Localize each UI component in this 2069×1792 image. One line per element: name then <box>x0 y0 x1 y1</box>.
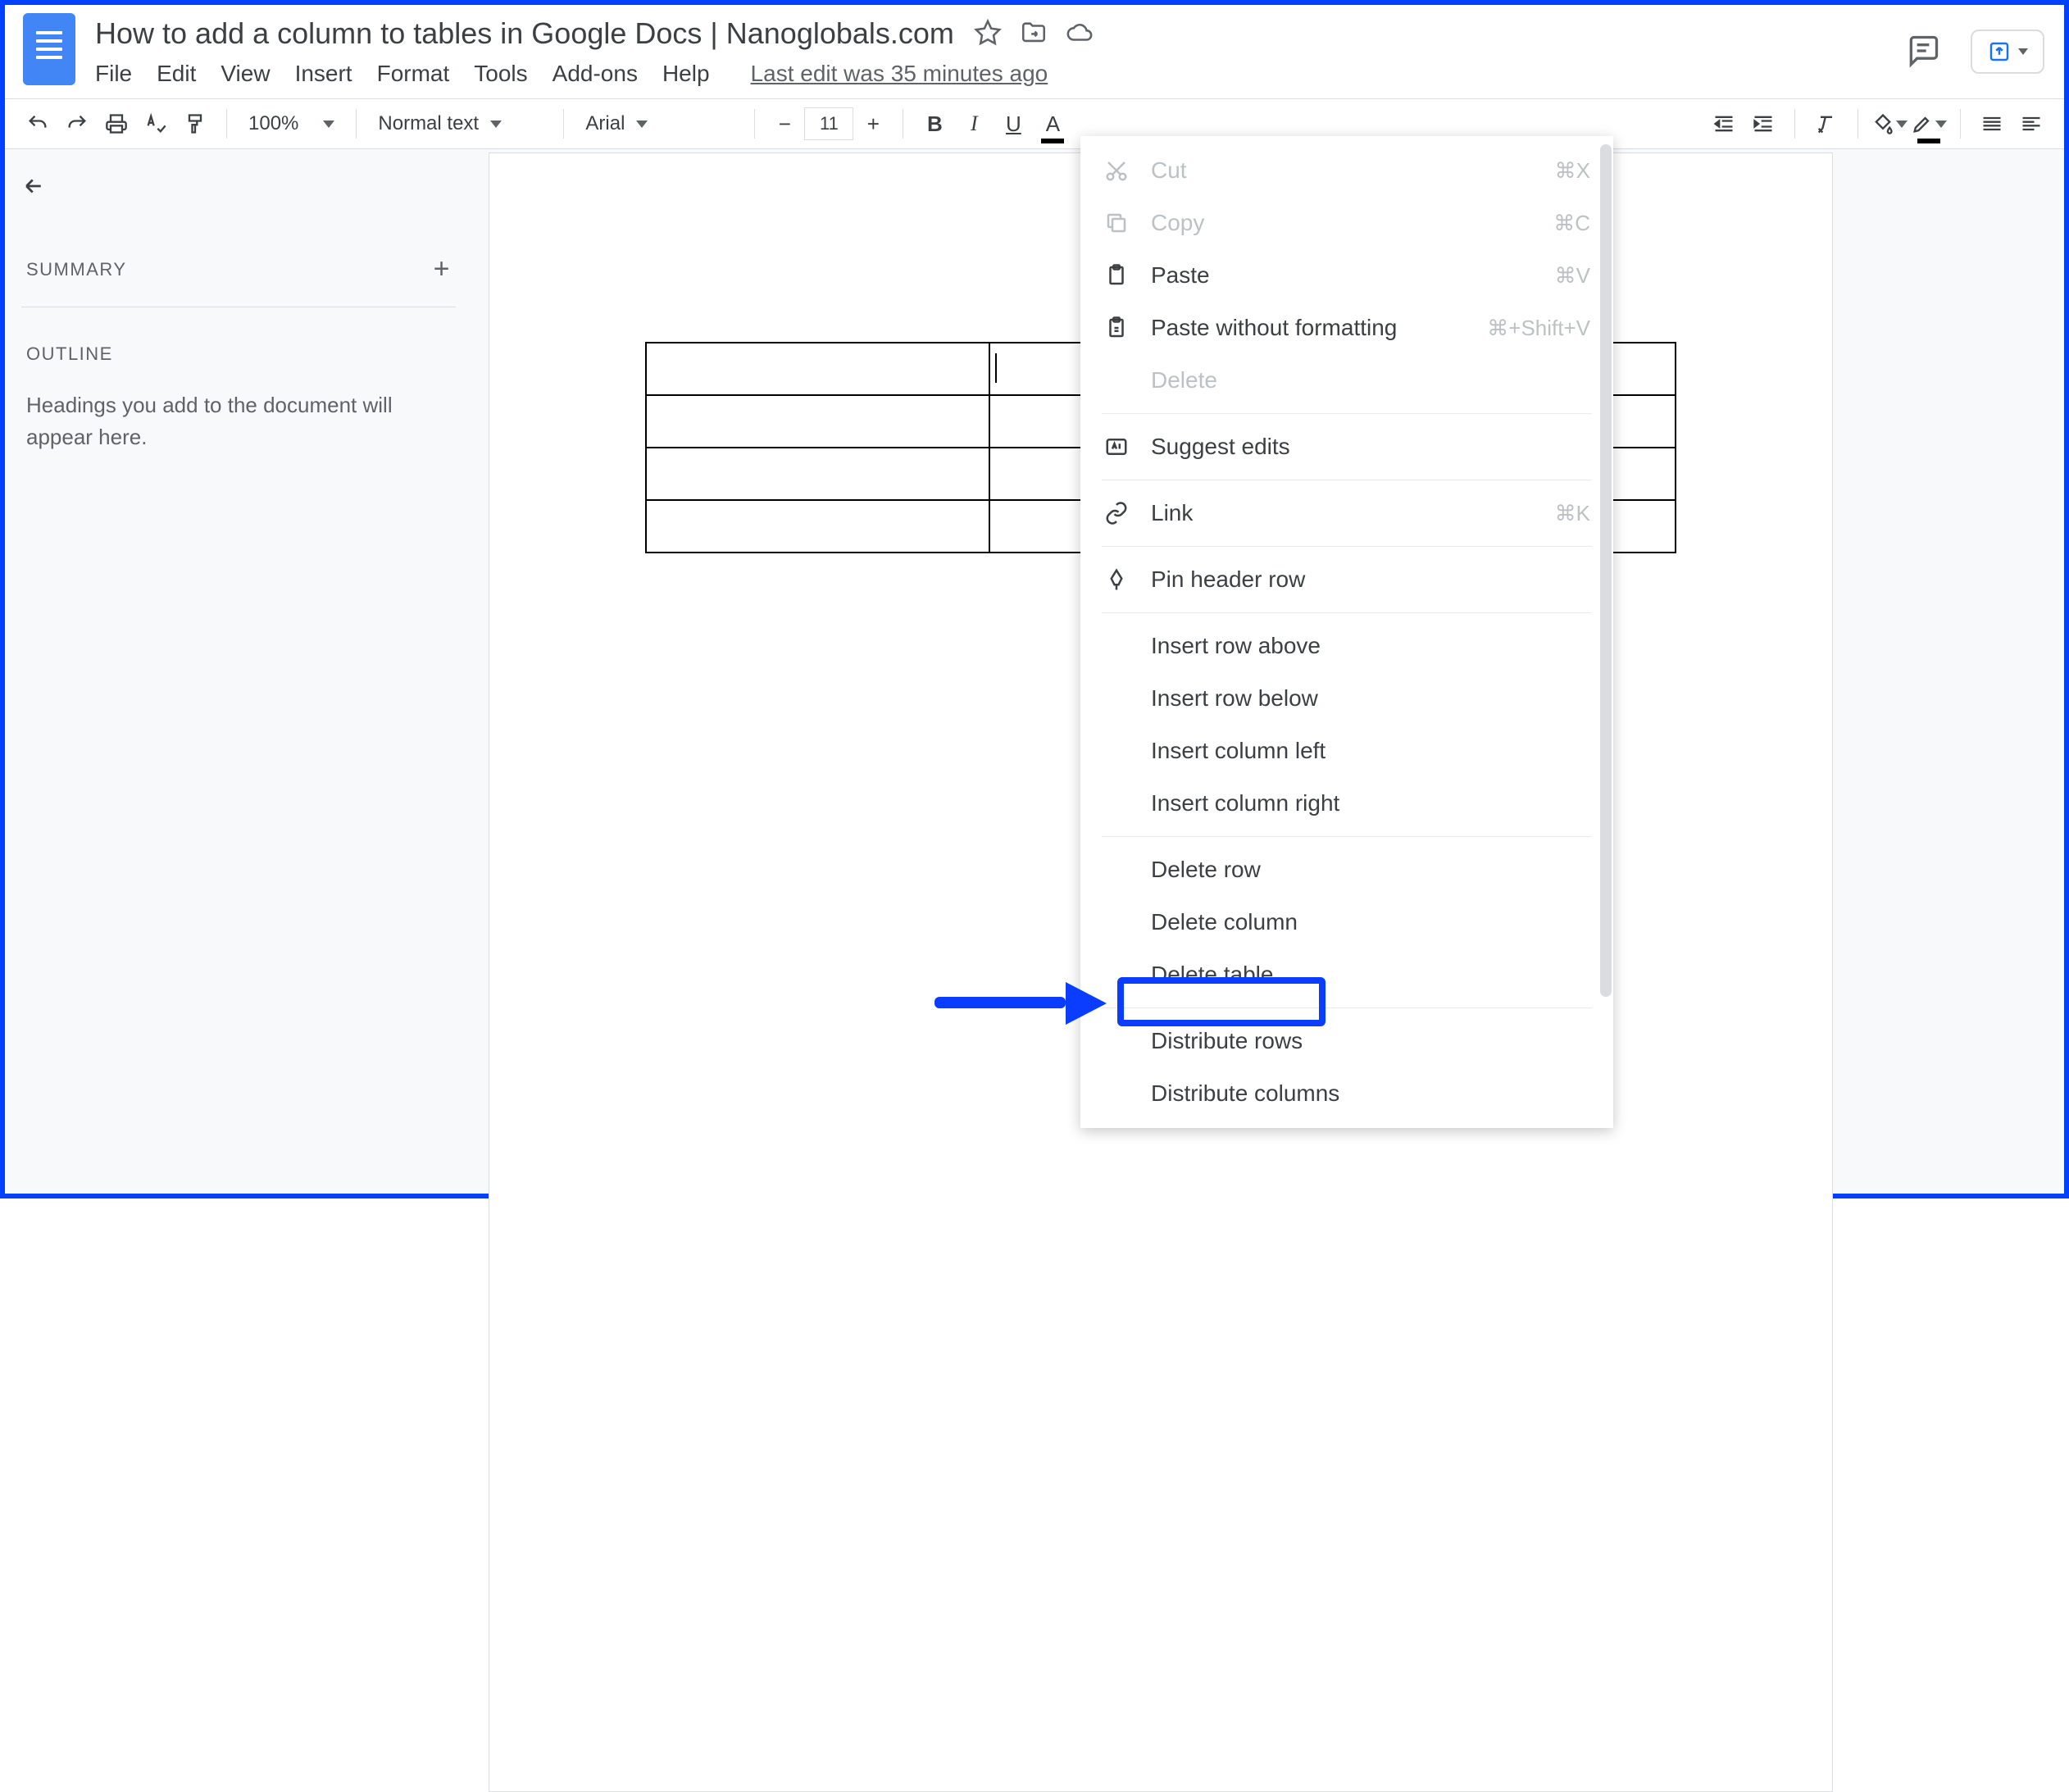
zoom-label: 100% <box>248 112 298 135</box>
text-cursor <box>995 353 997 383</box>
ctx-paste[interactable]: Paste⌘V <box>1080 249 1613 302</box>
menu-addons[interactable]: Add-ons <box>552 61 638 87</box>
clear-formatting-button[interactable] <box>1808 106 1844 142</box>
font-size-increase[interactable]: + <box>857 107 889 140</box>
paragraph-style-select[interactable]: Normal text <box>370 112 550 135</box>
highlight-color-button[interactable] <box>1911 106 1947 142</box>
font-size-decrease[interactable]: − <box>768 107 801 140</box>
app-header: How to add a column to tables in Google … <box>5 5 2064 98</box>
redo-button[interactable] <box>59 106 95 142</box>
text-color-button[interactable]: A <box>1034 106 1071 142</box>
spellcheck-button[interactable] <box>138 106 174 142</box>
last-edit-link[interactable]: Last edit was 35 minutes ago <box>751 61 1048 87</box>
ctx-insert-column-right[interactable]: Insert column right <box>1080 777 1613 830</box>
font-label: Arial <box>585 112 625 135</box>
style-label: Normal text <box>378 112 479 135</box>
summary-heading: SUMMARY <box>26 259 127 280</box>
menu-tools[interactable]: Tools <box>474 61 527 87</box>
fill-color-button[interactable] <box>1871 106 1908 142</box>
font-select[interactable]: Arial <box>577 112 741 135</box>
ctx-link[interactable]: Link⌘K <box>1080 487 1613 539</box>
ctx-copy: Copy⌘C <box>1080 197 1613 249</box>
menu-file[interactable]: File <box>95 61 132 87</box>
star-icon[interactable] <box>974 19 1002 49</box>
document-title[interactable]: How to add a column to tables in Google … <box>95 13 954 54</box>
toolbar: 100% Normal text Arial − 11 + B I U A <box>5 98 2064 149</box>
menu-bar: File Edit View Insert Format Tools Add-o… <box>95 61 2046 87</box>
ctx-delete-row[interactable]: Delete row <box>1080 844 1613 896</box>
ctx-delete: Delete <box>1080 354 1613 407</box>
sidebar-collapse-button[interactable] <box>21 174 456 201</box>
underline-button[interactable]: U <box>995 106 1031 142</box>
print-button[interactable] <box>98 106 134 142</box>
ctx-suggest-edits[interactable]: Suggest edits <box>1080 421 1613 473</box>
copy-icon <box>1103 211 1130 235</box>
italic-button[interactable]: I <box>956 106 992 142</box>
move-folder-icon[interactable] <box>1020 19 1048 49</box>
zoom-select[interactable]: 100% <box>240 112 343 135</box>
menu-help[interactable]: Help <box>662 61 710 87</box>
annotation-highlight <box>1117 977 1326 1026</box>
ctx-insert-row-below[interactable]: Insert row below <box>1080 672 1613 725</box>
comments-icon[interactable] <box>1905 33 1941 71</box>
chevron-down-icon <box>636 121 648 128</box>
ctx-delete-column[interactable]: Delete column <box>1080 896 1613 948</box>
outline-sidebar: SUMMARY + OUTLINE Headings you add to th… <box>5 149 472 1194</box>
ctx-paste-without-formatting[interactable]: Paste without formatting⌘+Shift+V <box>1080 302 1613 354</box>
indent-increase-button[interactable] <box>1745 106 1781 142</box>
cut-icon <box>1103 158 1130 183</box>
pin-icon <box>1103 567 1130 592</box>
bold-button[interactable]: B <box>916 106 953 142</box>
menu-edit[interactable]: Edit <box>157 61 196 87</box>
context-menu-scrollbar[interactable] <box>1600 144 1612 997</box>
menu-insert[interactable]: Insert <box>295 61 352 87</box>
undo-button[interactable] <box>20 106 56 142</box>
chevron-down-icon <box>490 121 502 128</box>
chevron-down-icon <box>323 121 334 128</box>
ctx-distribute-columns[interactable]: Distribute columns <box>1080 1067 1613 1120</box>
outline-heading: OUTLINE <box>26 343 451 365</box>
menu-view[interactable]: View <box>221 61 270 87</box>
add-summary-button[interactable]: + <box>434 253 451 285</box>
suggest-icon <box>1103 434 1130 459</box>
ctx-cut: Cut⌘X <box>1080 144 1613 197</box>
chevron-down-icon <box>1935 121 1947 128</box>
outline-hint: Headings you add to the document will ap… <box>21 389 456 453</box>
chevron-down-icon <box>2018 48 2028 55</box>
paint-format-button[interactable] <box>177 106 213 142</box>
annotation-arrow <box>934 982 1107 1021</box>
docs-logo-icon[interactable] <box>23 13 75 85</box>
cloud-status-icon[interactable] <box>1066 19 1094 49</box>
paste-plain-icon <box>1103 316 1130 340</box>
indent-decrease-button[interactable] <box>1706 106 1742 142</box>
ctx-pin-header-row[interactable]: Pin header row <box>1080 553 1613 606</box>
link-icon <box>1103 501 1130 525</box>
ctx-insert-column-left[interactable]: Insert column left <box>1080 725 1613 777</box>
chevron-down-icon <box>1896 121 1908 128</box>
align-button[interactable] <box>1974 106 2010 142</box>
share-button[interactable] <box>1971 30 2044 74</box>
font-size-input[interactable]: 11 <box>804 107 853 140</box>
editing-mode-button[interactable] <box>2013 106 2049 142</box>
ctx-insert-row-above[interactable]: Insert row above <box>1080 620 1613 672</box>
menu-format[interactable]: Format <box>377 61 450 87</box>
paste-icon <box>1103 263 1130 288</box>
